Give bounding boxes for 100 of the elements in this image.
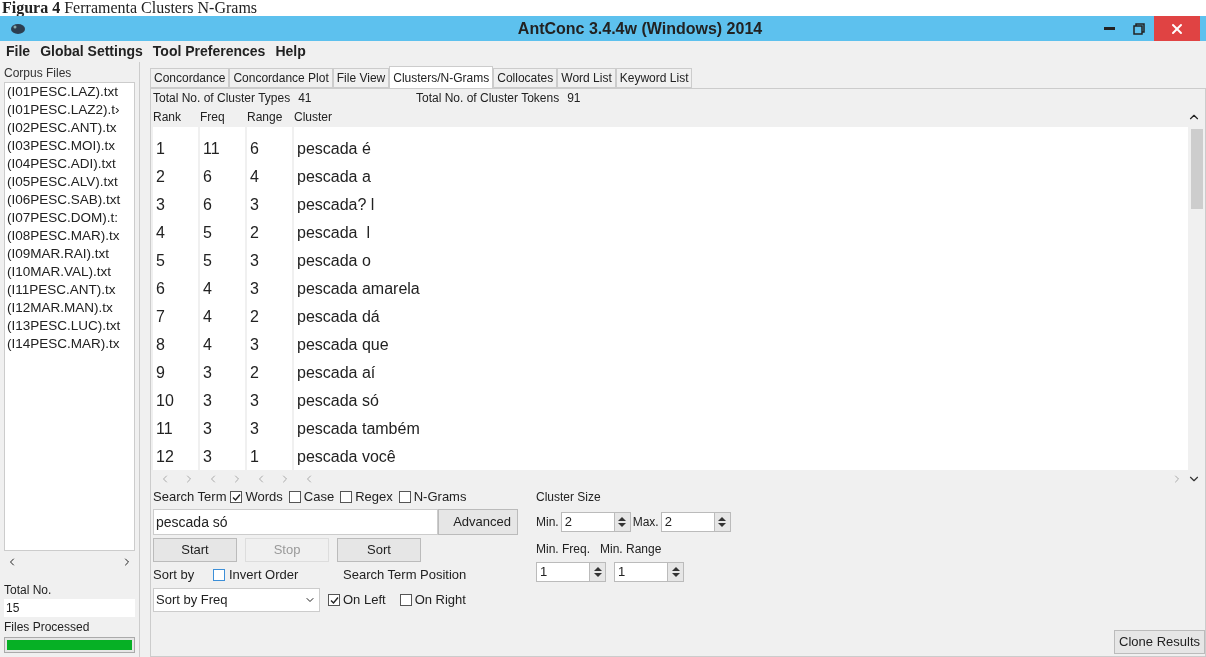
spinner-arrows-icon[interactable] — [613, 513, 630, 531]
file-list-item[interactable]: (I09MAR.RAI).txt — [5, 245, 134, 263]
table-cell-text: 3 — [250, 279, 260, 299]
checkbox[interactable] — [230, 491, 243, 503]
checkbox[interactable] — [398, 491, 411, 503]
table-cell-text: pescada a — [297, 167, 372, 187]
file-list-item[interactable]: (I03PESC.MOI).tx — [5, 137, 134, 155]
spinner-arrows-icon[interactable] — [589, 563, 605, 581]
column-header[interactable]: Cluster — [294, 108, 1187, 126]
figure-caption: Figura 4 Ferramenta Clusters N-Grams — [2, 0, 258, 16]
field-label: Min. Freq. — [536, 541, 590, 558]
file-list-item[interactable]: (I10MAR.VAL).txt — [5, 263, 134, 281]
check-icon — [329, 595, 339, 605]
table-cell-text: 5 — [203, 251, 213, 271]
minimize-icon — [1103, 27, 1115, 30]
table-cell-text: pescada também — [297, 419, 421, 439]
file-list-item[interactable]: (I13PESC.LUC).txt — [5, 317, 134, 335]
field-label: Files Processed — [4, 619, 91, 636]
tab[interactable]: Keyword List — [615, 68, 693, 88]
table-cell-text: 2 — [250, 363, 260, 383]
file-list-item[interactable]: (I01PESC.LAZ2).t› — [5, 101, 134, 119]
table-cell-text: 3 — [203, 419, 213, 439]
checkbox-label[interactable]: Invert Order — [229, 565, 299, 585]
tab[interactable]: Clusters/N-Grams — [389, 66, 494, 88]
file-list-item[interactable]: (I04PESC.ADI).txt — [5, 155, 134, 173]
min-range-field[interactable]: 1 — [614, 562, 684, 582]
table-cell-text: 7 — [156, 307, 166, 327]
tab[interactable]: Concordance Plot — [229, 68, 333, 88]
checkbox[interactable] — [328, 594, 340, 606]
table-cell-text: 3 — [156, 195, 166, 215]
file-list-item[interactable]: (I02PESC.ANT).tx — [5, 119, 134, 137]
table-cell-text: 3 — [203, 391, 213, 411]
menu-item[interactable]: Help — [275, 41, 306, 62]
max-size-field[interactable]: 2 — [660, 512, 731, 532]
tab[interactable]: File View — [332, 68, 390, 88]
menu-item[interactable]: Global Settings — [40, 41, 143, 62]
column-header[interactable]: Freq — [200, 108, 247, 126]
action-button[interactable]: Sort — [337, 538, 421, 562]
column-header[interactable]: Rank — [153, 108, 200, 126]
checkbox-label[interactable]: On Right — [414, 590, 466, 610]
table-cell-text: pescada l — [297, 223, 371, 243]
table-cell-text: 4 — [203, 307, 213, 327]
file-list-item[interactable]: (I12MAR.MAN).tx — [5, 299, 134, 317]
stat-value: 41 — [298, 90, 312, 107]
table-cell-text: 6 — [250, 139, 260, 159]
checkbox[interactable] — [213, 569, 225, 581]
checkbox-label[interactable]: Words — [245, 487, 283, 507]
spinner-arrows-icon[interactable] — [667, 563, 683, 581]
checkbox-label[interactable]: Case — [303, 487, 335, 507]
app-icon — [10, 22, 26, 35]
field-label: Min. Range — [600, 541, 662, 558]
file-list-item[interactable]: (I14PESC.MAR).tx — [5, 335, 134, 353]
table-cell-text: pescada? l — [297, 195, 376, 215]
window-title: AntConc 3.4.4w (Windows) 2014 — [516, 18, 764, 39]
tab[interactable]: Concordance — [150, 68, 230, 88]
file-list-item[interactable]: (I08PESC.MAR).tx — [5, 227, 134, 245]
table-cell-text: 6 — [156, 279, 166, 299]
checkbox[interactable] — [288, 491, 301, 503]
table-cell-text: 3 — [250, 195, 260, 215]
file-list-item[interactable]: (I11PESC.ANT).tx — [5, 281, 134, 299]
scroll-thumb[interactable] — [1190, 129, 1203, 209]
table-cell-text: 3 — [250, 251, 260, 271]
file-list-item[interactable]: (I06PESC.SAB).txt — [5, 191, 134, 209]
clone-results-button[interactable]: Clone Results — [1114, 630, 1205, 654]
sort-dropdown[interactable]: Sort by Freq — [153, 588, 320, 612]
table-cell-text: 5 — [156, 251, 166, 271]
table-cell-text: 8 — [156, 335, 166, 355]
action-button[interactable]: Start — [153, 538, 237, 562]
tab[interactable]: Word List — [557, 68, 616, 88]
field-label: Total No. — [4, 582, 53, 599]
table-cell-text: 12 — [156, 447, 175, 467]
file-list-item[interactable]: (I07PESC.DOM).t: — [5, 209, 134, 227]
checkbox-label[interactable]: N-Grams — [413, 487, 467, 507]
min-freq-field[interactable]: 1 — [536, 562, 606, 582]
file-list-item[interactable]: (I05PESC.ALV).txt — [5, 173, 134, 191]
table-cell-text: pescada o — [297, 251, 372, 271]
table-cell-text: 9 — [156, 363, 166, 383]
table-cell-text: 2 — [250, 307, 260, 327]
close-button[interactable] — [1154, 16, 1200, 41]
stat-label: Total No. of Cluster Types — [153, 90, 291, 107]
checkbox-label[interactable]: On Left — [343, 590, 386, 610]
search-field[interactable]: pescada só — [153, 509, 438, 535]
advanced-button[interactable]: Advanced — [438, 509, 518, 535]
maximize-icon — [1133, 22, 1145, 35]
tab[interactable]: Collocates — [493, 68, 558, 88]
checkbox-label[interactable]: Regex — [355, 487, 393, 507]
table-cell-text: 4 — [156, 223, 166, 243]
table-cell-text: pescada só — [297, 391, 380, 411]
spinner-arrows-icon[interactable] — [713, 513, 730, 531]
checkbox[interactable] — [340, 491, 353, 503]
menu-item[interactable]: Tool Preferences — [152, 41, 266, 62]
checkbox[interactable] — [399, 594, 412, 606]
table-cell-text: pescada que — [297, 335, 390, 355]
menu-item[interactable]: File — [6, 41, 31, 62]
file-list-item[interactable]: (I01PESC.LAZ).txt — [5, 83, 134, 101]
table-cell-text: pescada é — [297, 139, 372, 159]
table-cell-text: 1 — [250, 447, 260, 467]
column-header[interactable]: Range — [247, 108, 294, 126]
table-cell-text: 5 — [203, 223, 213, 243]
min-size-field[interactable]: 2 — [560, 512, 631, 532]
